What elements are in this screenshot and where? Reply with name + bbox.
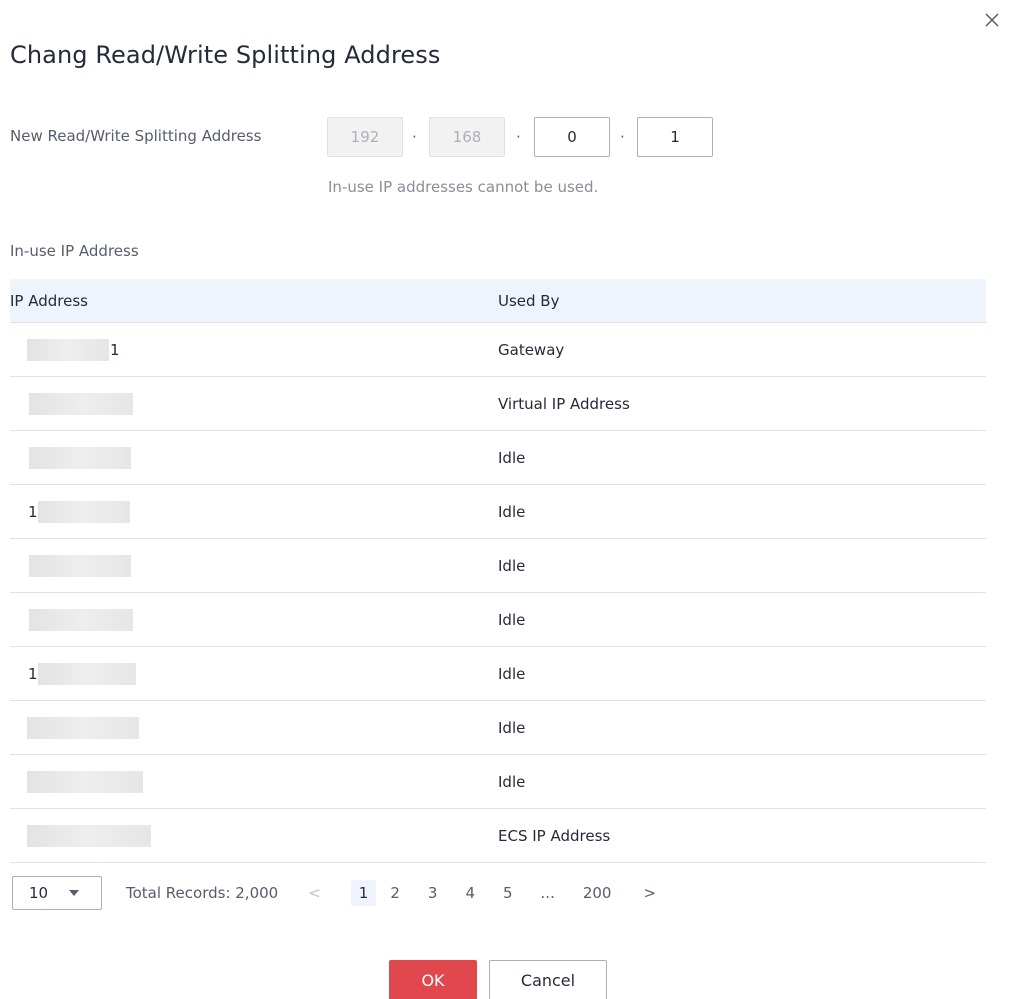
ip-cell xyxy=(10,539,498,592)
redacted-block xyxy=(29,608,133,631)
ip-value: 1 xyxy=(110,340,120,359)
total-records: Total Records: 2,000 xyxy=(126,884,279,902)
used-by-cell: Idle xyxy=(498,556,526,575)
page-ellipsis[interactable]: ... xyxy=(541,884,555,902)
ip-cell: 1 xyxy=(10,323,498,376)
ip-octet-2-input: 168 xyxy=(429,117,505,157)
ip-cell: 1 xyxy=(10,485,498,538)
ip-cell xyxy=(10,809,498,862)
pagination: 10 Total Records: 2,000 < 1 2 3 4 5 ... … xyxy=(12,876,656,910)
redacted-block xyxy=(27,338,109,361)
ip-value: 1 xyxy=(28,502,38,521)
ip-separator: · xyxy=(620,128,625,146)
redacted-block xyxy=(29,392,133,415)
ip-cell: 1 xyxy=(10,647,498,700)
cancel-button[interactable]: Cancel xyxy=(489,960,607,999)
used-by-cell: Idle xyxy=(498,664,526,683)
page-4-button[interactable]: 4 xyxy=(465,884,475,902)
table-row: Idle xyxy=(10,431,986,485)
column-header-ip[interactable]: IP Address xyxy=(10,292,498,310)
redacted-block xyxy=(29,446,131,469)
table-header: IP Address Used By xyxy=(10,279,986,323)
table-row: Idle xyxy=(10,701,986,755)
used-by-cell: Idle xyxy=(498,448,526,467)
ip-octet-4-input[interactable]: 1 xyxy=(637,117,713,157)
page-3-button[interactable]: 3 xyxy=(428,884,438,902)
ip-cell xyxy=(10,593,498,646)
table-row: Idle xyxy=(10,593,986,647)
address-label: New Read/Write Splitting Address xyxy=(10,127,262,145)
table-row: ECS IP Address xyxy=(10,809,986,863)
next-page-button[interactable]: > xyxy=(643,884,656,902)
ip-octet-3-input[interactable]: 0 xyxy=(534,117,610,157)
used-by-cell: Idle xyxy=(498,772,526,791)
prev-page-button[interactable]: < xyxy=(308,884,321,902)
ip-cell xyxy=(10,377,498,430)
chevron-down-icon xyxy=(69,890,79,896)
ip-cell xyxy=(10,701,498,754)
page-200-button[interactable]: 200 xyxy=(583,884,612,902)
ip-cell xyxy=(10,431,498,484)
ip-value: 1 xyxy=(28,664,38,683)
ip-octet-1-input: 192 xyxy=(327,117,403,157)
redacted-block xyxy=(38,500,130,523)
redacted-block xyxy=(27,716,139,739)
address-hint: In-use IP addresses cannot be used. xyxy=(328,178,599,196)
page-1-button[interactable]: 1 xyxy=(350,880,377,906)
page-2-button[interactable]: 2 xyxy=(390,884,400,902)
table-row: Virtual IP Address xyxy=(10,377,986,431)
used-by-cell: Idle xyxy=(498,502,526,521)
ok-button[interactable]: OK xyxy=(389,960,477,999)
ip-separator: · xyxy=(412,128,417,146)
table-row: Idle xyxy=(10,755,986,809)
close-icon[interactable] xyxy=(984,12,1004,34)
used-by-cell: Virtual IP Address xyxy=(498,394,630,413)
redacted-block xyxy=(27,770,143,793)
used-by-cell: Idle xyxy=(498,610,526,629)
page-size-value: 10 xyxy=(29,884,49,902)
redacted-block xyxy=(29,554,131,577)
table-row: 1 Idle xyxy=(10,647,986,701)
change-address-dialog: Chang Read/Write Splitting Address New R… xyxy=(0,0,1009,999)
inuse-section-label: In-use IP Address xyxy=(10,242,139,260)
dialog-title: Chang Read/Write Splitting Address xyxy=(10,41,441,69)
page-5-button[interactable]: 5 xyxy=(503,884,513,902)
redacted-block xyxy=(27,824,151,847)
used-by-cell: ECS IP Address xyxy=(498,826,611,845)
column-header-used-by[interactable]: Used By xyxy=(498,292,986,310)
page-size-select[interactable]: 10 xyxy=(12,876,102,910)
table-row: 1 Gateway xyxy=(10,323,986,377)
used-by-cell: Idle xyxy=(498,718,526,737)
ip-separator: · xyxy=(516,128,521,146)
table-row: Idle xyxy=(10,539,986,593)
inuse-ip-table: IP Address Used By 1 Gateway Virtual IP … xyxy=(10,279,986,863)
ip-cell xyxy=(10,755,498,808)
used-by-cell: Gateway xyxy=(498,340,565,359)
table-row: 1 Idle xyxy=(10,485,986,539)
redacted-block xyxy=(38,662,136,685)
